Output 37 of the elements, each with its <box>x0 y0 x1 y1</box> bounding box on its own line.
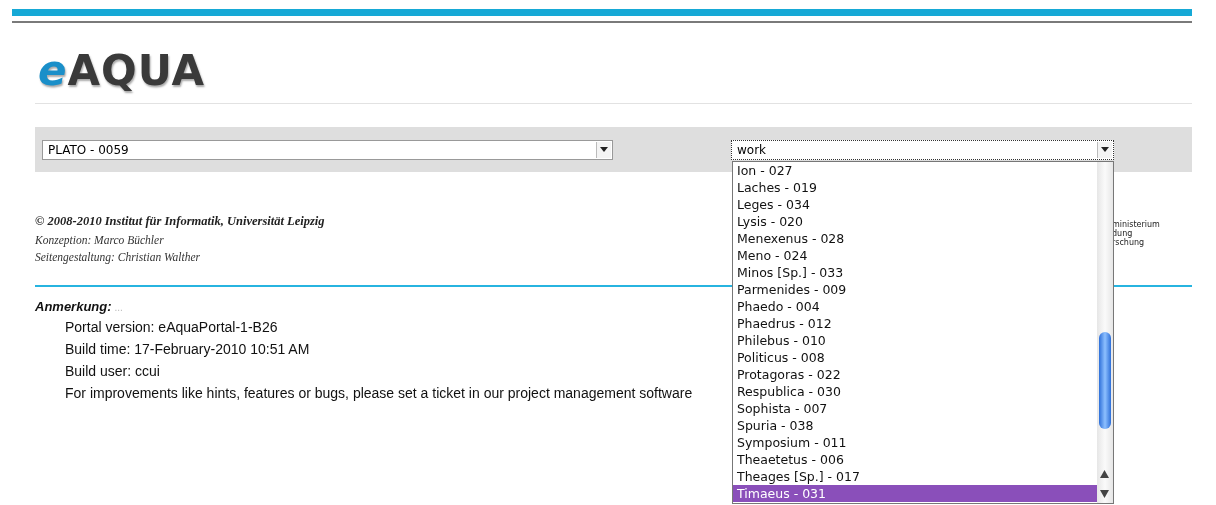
dropdown-option[interactable]: Spuria - 038 <box>733 416 1097 434</box>
note-line: Build time: 17-February-2010 10:51 AM <box>65 341 310 358</box>
sponsor-text: rschung <box>1112 238 1146 247</box>
dropdown-option[interactable]: Parmenides - 009 <box>733 280 1097 298</box>
dropdown-option[interactable]: Phaedo - 004 <box>733 297 1097 315</box>
dropdown-option[interactable]: Sophista - 007 <box>733 399 1097 417</box>
dropdown-option[interactable]: Theaetetus - 006 <box>733 450 1097 468</box>
scroll-down-icon[interactable] <box>1100 489 1109 498</box>
copyright-text: © 2008-2010 Institut für Informatik, Universität Leipzig <box>35 214 325 229</box>
dropdown-option[interactable]: Phaedrus - 012 <box>733 314 1097 332</box>
credit-text: Seitengestaltung: Christian Walther <box>35 251 202 263</box>
dropdown-option[interactable]: Respublica - 030 <box>733 382 1097 400</box>
sponsor-text: ministerium <box>1112 220 1161 229</box>
credit-text: Konzeption: Marco Büchler <box>35 234 165 246</box>
dropdown-option[interactable]: Symposium - 011 <box>733 433 1097 451</box>
note-heading: Anmerkung: <box>35 299 112 314</box>
eaqua-logo: eAQUA <box>38 46 206 97</box>
dropdown-option[interactable]: Philebus - 010 <box>733 331 1097 349</box>
dropdown-option[interactable]: Timaeus - 031 <box>733 484 1097 502</box>
dropdown-option[interactable]: Politicus - 008 <box>733 348 1097 366</box>
dropdown-option[interactable]: Minos [Sp.] - 033 <box>733 263 1097 281</box>
dropdown-option[interactable]: Theages [Sp.] - 017 <box>733 467 1097 485</box>
scrollbar[interactable] <box>1097 161 1113 503</box>
dropdown-option[interactable]: Laches - 019 <box>733 178 1097 196</box>
note-line: For improvements like hints, features or bugs, please set a ticket in our project management software <box>65 385 693 402</box>
note-line: Build user: ccui <box>65 363 160 380</box>
scrollbar-thumb[interactable] <box>1099 331 1111 429</box>
dropdown-option[interactable]: Meno - 024 <box>733 246 1097 264</box>
dropdown-option[interactable]: Lysis - 020 <box>733 212 1097 230</box>
author-select[interactable]: PLATO - 0059 <box>42 139 613 160</box>
note-line: Portal version: eAquaPortal-1-B26 <box>65 319 278 336</box>
dropdown-option[interactable]: Ion - 027 <box>733 161 1097 179</box>
dropdown-option[interactable]: Protagoras - 022 <box>733 365 1097 383</box>
dropdown-option[interactable]: Menexenus - 028 <box>733 229 1097 247</box>
dropdown-option[interactable]: Leges - 034 <box>733 195 1097 213</box>
scroll-up-icon[interactable] <box>1100 469 1109 478</box>
ellipsis-text: ... <box>114 302 123 313</box>
